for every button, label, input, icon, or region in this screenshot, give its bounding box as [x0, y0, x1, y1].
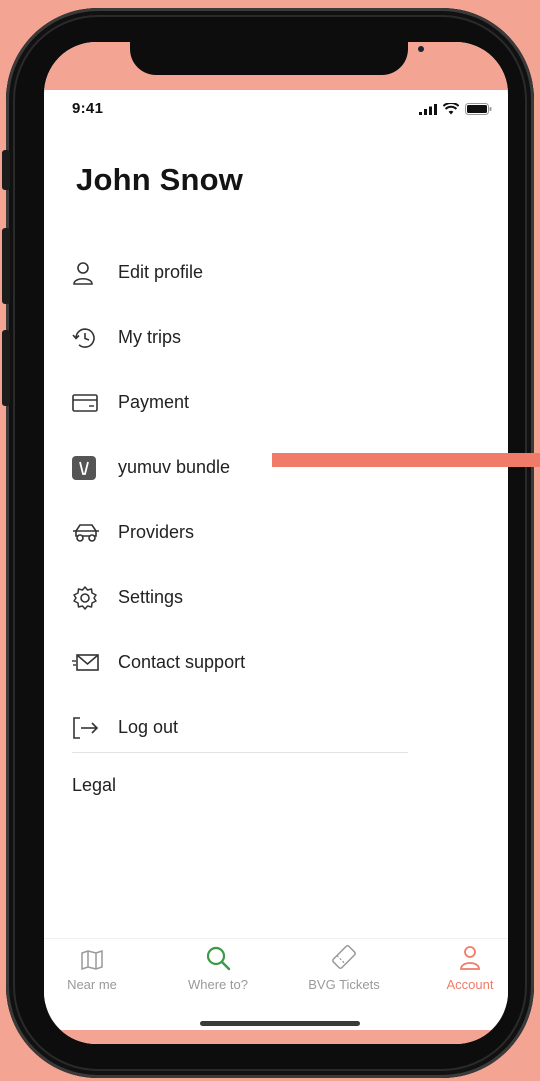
side-button-mute	[2, 150, 10, 190]
bottom-tab-bar: Near me Where to? BVG Tickets Account	[44, 938, 508, 1003]
menu-item-contact-support[interactable]: Contact support	[72, 630, 432, 695]
menu-divider	[72, 752, 408, 753]
gear-icon	[72, 584, 104, 612]
signal-icon	[419, 103, 437, 115]
history-icon	[72, 324, 104, 352]
menu-item-providers[interactable]: Providers	[72, 500, 432, 565]
person-icon	[72, 259, 104, 287]
camera-dot	[418, 46, 424, 52]
legal-link[interactable]: Legal	[72, 775, 116, 796]
menu-item-payment[interactable]: Payment	[72, 370, 432, 435]
status-time: 9:41	[72, 100, 104, 117]
logout-icon	[72, 714, 104, 742]
tab-bvg-tickets[interactable]: BVG Tickets	[289, 939, 399, 992]
ticket-icon	[289, 939, 399, 971]
menu-label-yumuv-bundle: yumuv bundle	[118, 457, 231, 477]
car-icon	[72, 519, 104, 547]
tab-label-bvg-tickets: BVG Tickets	[308, 977, 380, 992]
search-icon	[163, 939, 273, 971]
menu-label-providers: Providers	[118, 522, 195, 542]
tab-near-me[interactable]: Near me	[44, 939, 147, 992]
account-icon	[415, 939, 508, 971]
menu-label-log-out: Log out	[118, 717, 179, 737]
profile-name: John Snow	[76, 162, 244, 197]
menu-item-edit-profile[interactable]: Edit profile	[72, 240, 432, 305]
tab-account[interactable]: Account	[415, 939, 508, 992]
menu-item-my-trips[interactable]: My trips	[72, 305, 432, 370]
side-button-volume-up	[2, 228, 10, 304]
menu-item-yumuv-bundle[interactable]: yumuv bundle	[72, 435, 432, 500]
menu-label-my-trips: My trips	[118, 327, 181, 347]
menu-label-edit-profile: Edit profile	[118, 262, 204, 282]
tab-label-account: Account	[446, 977, 494, 992]
status-icons	[419, 103, 492, 115]
menu-label-settings: Settings	[118, 587, 184, 607]
callout-pointer-line	[272, 453, 540, 467]
menu-item-log-out[interactable]: Log out	[72, 695, 432, 760]
yumuv-logo-icon	[72, 454, 104, 482]
account-menu: Edit profile My trips Payment yumuv bund…	[72, 240, 432, 760]
tab-label-where-to: Where to?	[188, 977, 248, 992]
card-icon	[72, 389, 104, 417]
tab-where-to[interactable]: Where to?	[163, 939, 273, 992]
notch	[130, 42, 424, 75]
menu-label-payment: Payment	[118, 392, 190, 412]
tab-label-near-me: Near me	[67, 977, 117, 992]
bottom-band	[44, 1030, 508, 1044]
map-icon	[44, 939, 147, 971]
side-button-volume-down	[2, 330, 10, 406]
battery-icon	[465, 103, 492, 115]
menu-item-settings[interactable]: Settings	[72, 565, 432, 630]
home-indicator	[200, 1021, 360, 1026]
status-bar: 9:41	[72, 100, 492, 120]
menu-label-contact-support: Contact support	[118, 652, 246, 672]
mail-icon	[72, 649, 104, 677]
wifi-icon	[443, 103, 459, 115]
phone-screen: 9:41 John Snow Edit profile My trips Pay…	[44, 42, 508, 1044]
